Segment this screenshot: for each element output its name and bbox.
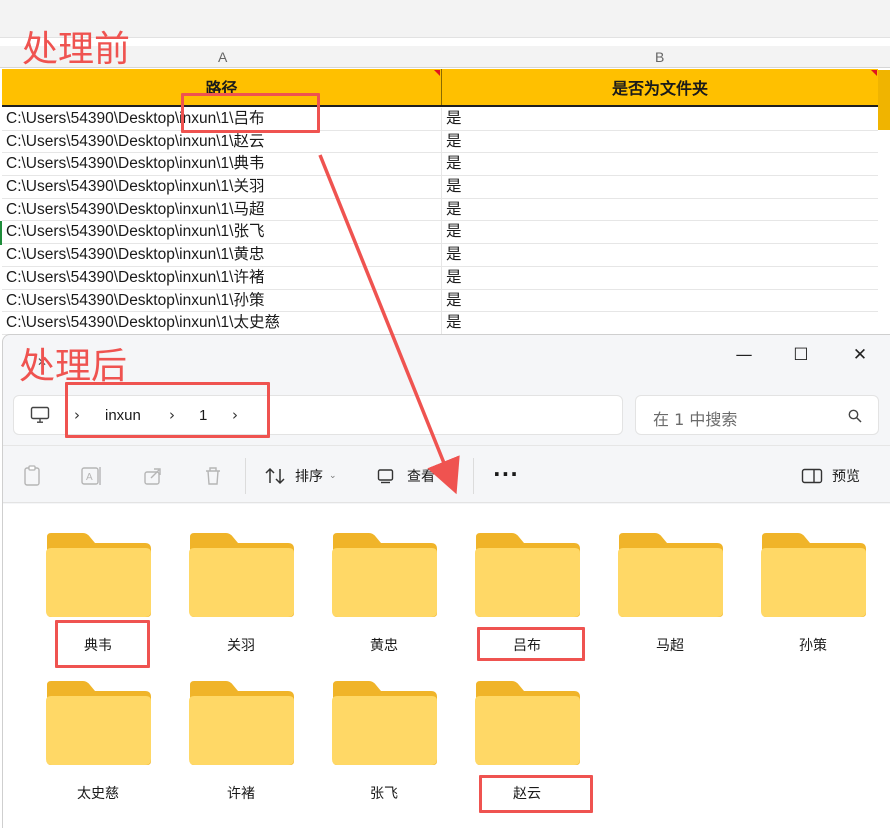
annotation-arrow	[318, 154, 460, 495]
